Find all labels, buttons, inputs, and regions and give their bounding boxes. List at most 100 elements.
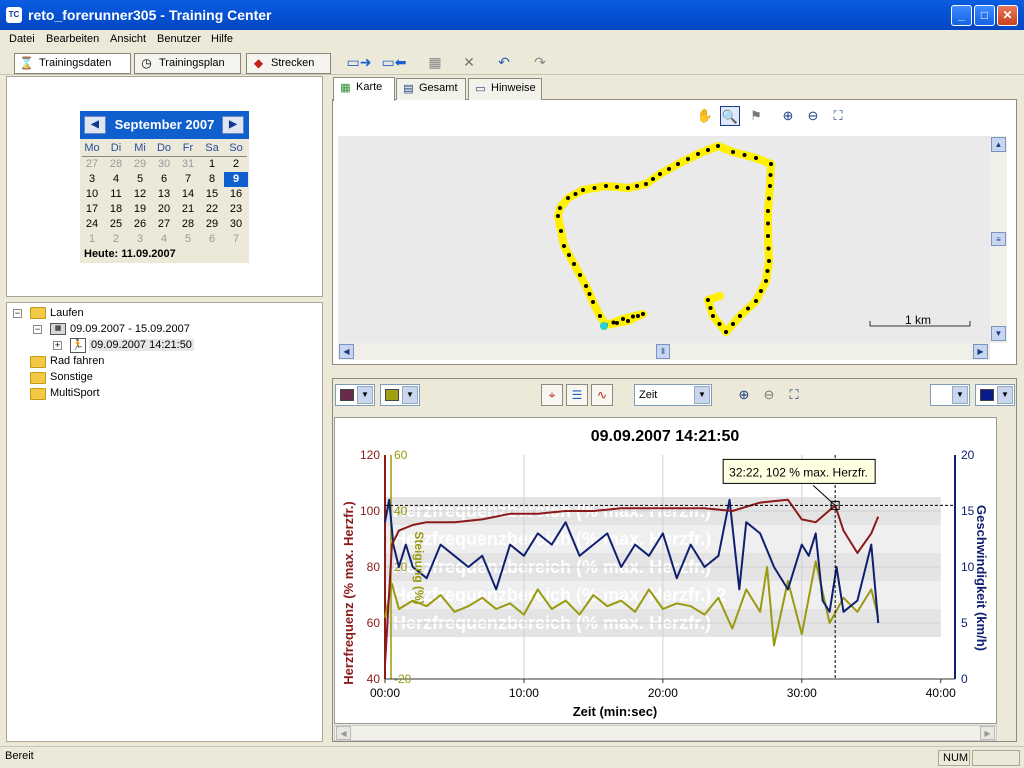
calendar-day[interactable]: 31 — [176, 157, 200, 172]
calendar-day[interactable]: 16 — [224, 187, 248, 202]
calendar-day[interactable]: 4 — [104, 172, 128, 187]
scroll-right-arrow[interactable]: ▶ — [973, 344, 988, 359]
chart-horizontal-scrollbar[interactable]: ◀ ▶ — [334, 725, 997, 741]
calendar-day[interactable]: 3 — [80, 172, 104, 187]
zoom-select-icon[interactable]: 🔍 — [720, 106, 740, 126]
tree-expander-week[interactable]: − — [33, 325, 42, 334]
calendar-day[interactable]: 1 — [80, 232, 104, 247]
calendar-day[interactable]: 24 — [80, 217, 104, 232]
tree-expander-laufen[interactable]: − — [13, 309, 22, 318]
calendar-day[interactable]: 30 — [224, 217, 248, 232]
tree-item-activity[interactable]: 09.09.2007 14:21:50 — [89, 339, 194, 351]
calendar-day[interactable]: 17 — [80, 202, 104, 217]
send-to-device-icon[interactable]: ▭➜ — [344, 52, 374, 72]
calendar-today[interactable]: Heute: 11.09.2007 — [84, 248, 176, 260]
x-axis-select[interactable]: Zeit ▼ — [634, 384, 712, 406]
menu-ansicht[interactable]: Ansicht — [110, 33, 146, 45]
calendar-day[interactable]: 23 — [224, 202, 248, 217]
calendar-day[interactable]: 2 — [224, 157, 248, 172]
trainingsdaten-button[interactable]: ⌛ Trainingsdaten — [14, 53, 131, 74]
calendar-day[interactable]: 22 — [200, 202, 224, 217]
flag-icon[interactable]: ⚑ — [746, 106, 766, 126]
calendar-day[interactable]: 14 — [176, 187, 200, 202]
redo-icon[interactable]: ↷ — [530, 52, 550, 72]
calendar-day[interactable]: 27 — [80, 157, 104, 172]
calendar-day[interactable]: 10 — [80, 187, 104, 202]
pan-hand-icon[interactable]: ✋ — [695, 106, 715, 126]
zones-icon[interactable]: ☰ — [566, 384, 588, 406]
scroll-left-arrow[interactable]: ◀ — [339, 344, 354, 359]
calendar-day[interactable]: 18 — [104, 202, 128, 217]
calendar-day[interactable]: 21 — [176, 202, 200, 217]
fit-extent-icon[interactable]: ⛶ — [828, 106, 848, 126]
chart-canvas[interactable]: 09.09.2007 14:21:50 Herzfrequenzbereich … — [334, 417, 997, 724]
scroll-thumb[interactable]: ≡ — [991, 232, 1006, 246]
series2-color-select[interactable]: ▼ — [380, 384, 420, 406]
tree-item-week[interactable]: 09.09.2007 - 15.09.2007 — [70, 323, 190, 335]
tree-item-laufen[interactable]: Laufen — [50, 307, 84, 319]
undo-icon[interactable]: ↶ — [494, 52, 514, 72]
scroll-down-arrow[interactable]: ▼ — [991, 326, 1006, 341]
receive-from-device-icon[interactable]: ▭⬅ — [379, 52, 409, 72]
calendar-day[interactable]: 26 — [128, 217, 152, 232]
menu-hilfe[interactable]: Hilfe — [211, 33, 233, 45]
calendar-day[interactable]: 27 — [152, 217, 176, 232]
calendar-day[interactable]: 29 — [128, 157, 152, 172]
calendar-day[interactable]: 9 — [224, 172, 248, 187]
calendar-day[interactable]: 7 — [176, 172, 200, 187]
tree-item-sonstige[interactable]: Sonstige — [50, 371, 93, 383]
calendar-day[interactable]: 4 — [152, 232, 176, 247]
map-horizontal-scrollbar[interactable]: ◀ ⦀ ▶ — [338, 343, 990, 360]
calendar-day[interactable]: 5 — [176, 232, 200, 247]
calendar-day[interactable]: 6 — [200, 232, 224, 247]
calendar-day[interactable]: 11 — [104, 187, 128, 202]
close-button[interactable]: ✕ — [997, 5, 1018, 26]
tab-gesamt[interactable]: ▤ Gesamt — [396, 78, 466, 100]
delete-icon[interactable]: ✕ — [459, 52, 479, 72]
calendar-day[interactable]: 2 — [104, 232, 128, 247]
series1-color-select[interactable]: ▼ — [335, 384, 375, 406]
import-icon[interactable]: ▦ — [425, 52, 445, 72]
calendar-day[interactable]: 15 — [200, 187, 224, 202]
scroll-left-arrow[interactable]: ◀ — [336, 726, 351, 740]
calendar-day[interactable]: 28 — [176, 217, 200, 232]
calendar-day[interactable]: 28 — [104, 157, 128, 172]
menu-benutzer[interactable]: Benutzer — [157, 33, 201, 45]
next-month-button[interactable]: ▶ — [222, 116, 244, 134]
calendar-day[interactable]: 30 — [152, 157, 176, 172]
map-canvas[interactable]: 1 km — [338, 136, 990, 343]
calendar-day[interactable]: 8 — [200, 172, 224, 187]
calendar-day[interactable]: 13 — [152, 187, 176, 202]
zoom-in-icon[interactable]: ⊕ — [778, 106, 798, 126]
prev-month-button[interactable]: ◀ — [84, 116, 106, 134]
menu-datei[interactable]: Datei — [9, 33, 35, 45]
calendar-day[interactable]: 7 — [224, 232, 248, 247]
calendar-day[interactable]: 5 — [128, 172, 152, 187]
menu-bearbeiten[interactable]: Bearbeiten — [46, 33, 99, 45]
minimize-button[interactable]: _ — [951, 5, 972, 26]
calendar-day[interactable]: 12 — [128, 187, 152, 202]
calendar-day[interactable]: 29 — [200, 217, 224, 232]
scroll-up-arrow[interactable]: ▲ — [991, 137, 1006, 152]
series4-color-select[interactable]: ▼ — [975, 384, 1015, 406]
series3-color-select[interactable]: ▼ — [930, 384, 970, 406]
scroll-right-arrow[interactable]: ▶ — [980, 726, 995, 740]
map-vertical-scrollbar[interactable]: ▲ ≡ ▼ — [990, 136, 1007, 343]
calendar-day[interactable]: 25 — [104, 217, 128, 232]
calendar-day[interactable]: 3 — [128, 232, 152, 247]
tab-karte[interactable]: ▦ Karte — [333, 77, 395, 101]
strecken-button[interactable]: ◆ Strecken — [246, 53, 331, 74]
calendar-day[interactable]: 6 — [152, 172, 176, 187]
tree-expander-activity[interactable]: + — [53, 341, 62, 350]
calendar-day[interactable]: 19 — [128, 202, 152, 217]
curve-icon[interactable]: ∿ — [591, 384, 613, 406]
crosshair-icon[interactable]: ⌖ — [541, 384, 563, 406]
maximize-button[interactable]: □ — [974, 5, 995, 26]
chart-zoom-in-icon[interactable]: ⊕ — [734, 385, 754, 405]
chart-zoom-out-icon[interactable]: ⊖ — [759, 385, 779, 405]
trainingsplan-button[interactable]: ◷ Trainingsplan — [134, 53, 241, 74]
tree-item-rad-fahren[interactable]: Rad fahren — [50, 355, 104, 367]
chart-fit-icon[interactable]: ⛶ — [784, 385, 804, 405]
tree-item-multisport[interactable]: MultiSport — [50, 387, 100, 399]
calendar-day[interactable]: 20 — [152, 202, 176, 217]
